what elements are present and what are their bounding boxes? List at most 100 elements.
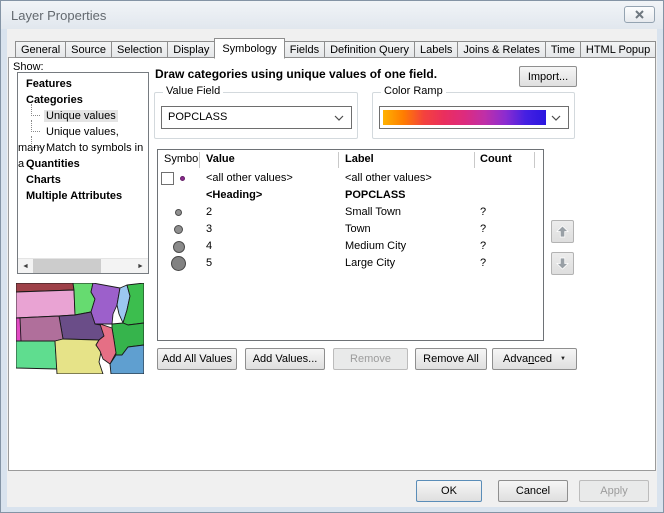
row-value: 4 [206,238,212,255]
row-count: ? [480,238,486,255]
row-value: 3 [206,221,212,238]
dialog-client-area: General Source Selection Display Symbolo… [7,29,657,507]
tab-html-popup[interactable]: HTML Popup [580,41,656,58]
row-value: 5 [206,255,212,272]
horizontal-scrollbar[interactable]: ◄ ► [18,258,148,273]
apply-button: Apply [579,480,649,502]
region-kansas [16,341,57,369]
table-row-small-town[interactable]: 2 Small Town ? [158,204,543,221]
import-button[interactable]: Import... [519,66,577,87]
tab-source[interactable]: Source [65,41,112,58]
tree-item-charts[interactable]: Charts [18,172,148,188]
row-label: <all other values> [345,170,432,187]
up-arrow-icon [554,223,571,240]
cancel-button[interactable]: Cancel [498,480,568,502]
remove-all-button[interactable]: Remove All [415,348,487,370]
move-down-button[interactable] [551,252,574,275]
chevron-down-icon [334,115,344,121]
symbol-table: Symbol Value Label Count <all [157,149,544,341]
region-wisconsin [91,283,120,324]
column-header-symbol[interactable]: Symbol [164,153,201,165]
add-all-values-button[interactable]: Add All Values [157,348,237,370]
row-label: Large City [345,255,395,272]
title-bar[interactable]: Layer Properties [1,1,663,29]
row-count: ? [480,255,486,272]
tab-labels[interactable]: Labels [414,41,458,58]
color-ramp-swatch [383,110,546,125]
region-south-dakota [16,290,75,318]
scroll-right-icon[interactable]: ► [133,259,148,273]
layer-properties-dialog: Layer Properties General Source Selectio… [0,0,664,513]
dropdown-arrow-icon: ▼ [560,356,566,362]
tab-general[interactable]: General [15,41,66,58]
color-ramp-dropdown[interactable] [379,106,569,129]
scroll-left-icon[interactable]: ◄ [18,259,33,273]
panel-description: Draw categories using unique values of o… [155,67,510,81]
color-ramp-group-label: Color Ramp [381,85,446,97]
region-nebraska [16,316,63,341]
region-missouri [55,339,103,374]
tab-time[interactable]: Time [545,41,581,58]
row-label: Medium City [345,238,406,255]
remove-button: Remove [333,348,408,370]
tree-connector [31,120,40,132]
row-label: Town [345,221,371,238]
show-tree-items: Features Categories Unique values Unique… [18,76,148,204]
window-title: Layer Properties [11,8,106,23]
tab-selection[interactable]: Selection [111,41,168,58]
scrollbar-thumb[interactable] [33,259,101,273]
tree-connector [31,104,40,116]
point-symbol-swatch[interactable] [173,241,185,253]
row-count: ? [480,221,486,238]
value-field-group-label: Value Field [163,85,223,97]
advanced-label: ced [534,353,552,365]
row-count: ? [480,204,486,221]
tree-item-multiple-attributes[interactable]: Multiple Attributes [18,188,148,204]
tab-definition-query[interactable]: Definition Query [324,41,415,58]
tree-connector [31,136,40,148]
advanced-button[interactable]: Advanced ▼ [492,348,577,370]
point-symbol-swatch[interactable] [174,225,183,234]
symbol-table-rows: <all other values> <all other values> <H… [158,170,543,272]
row-label: Small Town [345,204,401,221]
tree-item-match-symbols[interactable]: Match to symbols in a [18,140,148,156]
table-row-medium-city[interactable]: 4 Medium City ? [158,238,543,255]
table-row-town[interactable]: 3 Town ? [158,221,543,238]
point-symbol-swatch[interactable] [171,256,186,271]
region-west-sliver [16,318,21,341]
column-header-value[interactable]: Value [206,153,235,165]
ok-button[interactable]: OK [416,480,482,502]
close-button[interactable] [624,6,655,23]
scrollbar-track[interactable] [33,259,133,273]
table-row-large-city[interactable]: 5 Large City ? [158,255,543,272]
map-preview [16,283,144,374]
value-field-group: Value Field POPCLASS [154,92,358,139]
show-tree-panel: Features Categories Unique values Unique… [17,72,149,274]
tab-symbology[interactable]: Symbology [214,38,284,59]
tab-fields[interactable]: Fields [284,41,325,58]
add-values-button[interactable]: Add Values... [245,348,325,370]
point-symbol-swatch[interactable] [180,176,185,181]
tab-display[interactable]: Display [167,41,215,58]
row-value: 2 [206,204,212,221]
row-label: POPCLASS [345,187,406,204]
column-header-count[interactable]: Count [480,153,512,165]
value-field-dropdown[interactable]: POPCLASS [161,106,352,129]
column-header-label[interactable]: Label [345,153,374,165]
close-icon [635,10,644,19]
column-divider [534,152,535,168]
table-row-heading[interactable]: <Heading> POPCLASS [158,187,543,204]
tab-joins-relates[interactable]: Joins & Relates [457,41,545,58]
chevron-down-icon [551,115,561,121]
tree-item-quantities[interactable]: Quantities [18,156,148,172]
row-value: <Heading> [206,187,262,204]
all-other-values-checkbox[interactable] [161,172,174,185]
advanced-label: Adva [503,353,528,365]
table-row-all-other-values[interactable]: <all other values> <all other values> [158,170,543,187]
column-divider [474,152,475,168]
color-ramp-group: Color Ramp [372,92,575,139]
tab-strip: General Source Selection Display Symbolo… [15,38,656,58]
tree-item-features[interactable]: Features [18,76,148,92]
point-symbol-swatch[interactable] [175,209,182,216]
move-up-button[interactable] [551,220,574,243]
